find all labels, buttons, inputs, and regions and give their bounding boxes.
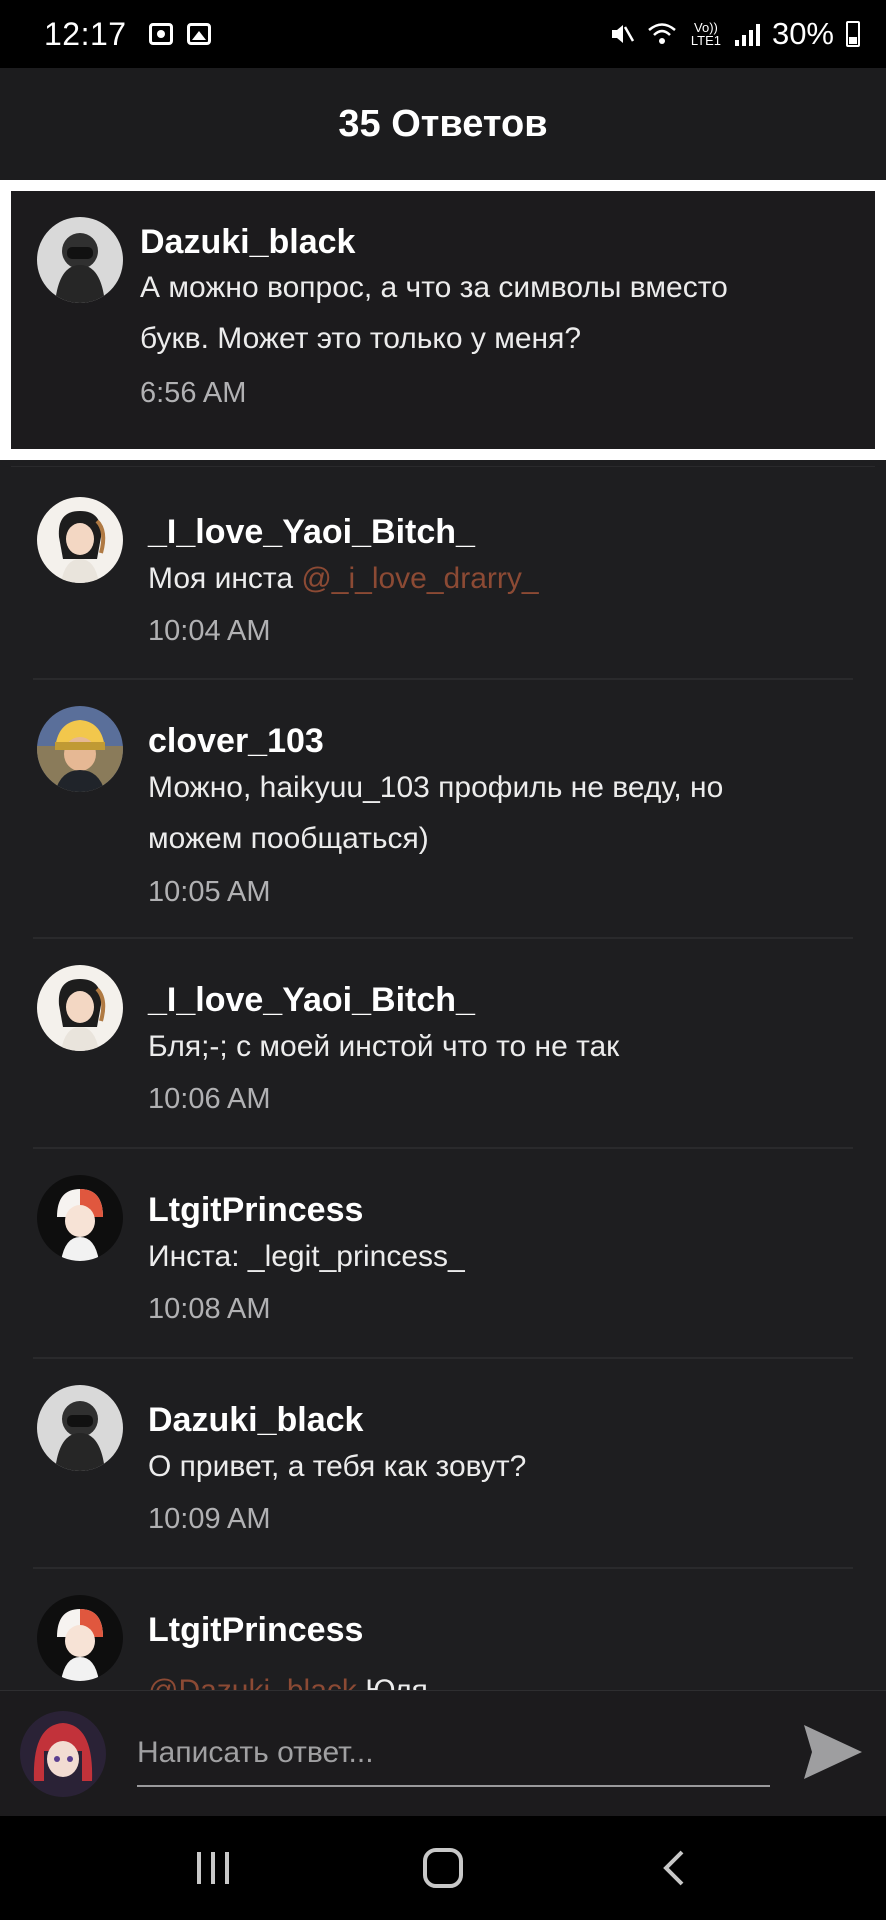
- home-button[interactable]: [413, 1846, 473, 1890]
- recent-apps-icon: [197, 1852, 229, 1884]
- reply-item[interactable]: _I_love_Yaoi_Bitch_ Бля;-; с моей инстой…: [11, 939, 875, 1147]
- network-type-label: Vo)) LTE1: [690, 20, 721, 48]
- system-nav-bar: [0, 1816, 886, 1920]
- reply-item[interactable]: clover_103 Можно, haikyuu_103 профиль не…: [11, 680, 875, 936]
- home-icon: [423, 1848, 463, 1888]
- parent-comment-highlight: Dazuki_black А можно вопрос, а что за си…: [0, 180, 886, 460]
- comment-text: Инста: _legit_princess_: [148, 1240, 465, 1273]
- send-button[interactable]: [800, 1721, 866, 1783]
- comment-text: @Dazuki_black Юля: [148, 1665, 428, 1690]
- comment-author[interactable]: LtgitPrincess: [148, 1191, 363, 1230]
- avatar[interactable]: [37, 1175, 123, 1261]
- back-button[interactable]: [644, 1846, 704, 1890]
- page-title: 35 Ответов: [338, 102, 548, 145]
- recent-apps-button[interactable]: [183, 1846, 243, 1890]
- comment-author[interactable]: clover_103: [148, 722, 324, 761]
- battery-percentage: 30%: [771, 16, 834, 51]
- back-icon: [663, 1850, 684, 1886]
- comment-author[interactable]: Dazuki_black: [148, 1401, 363, 1440]
- comment-author[interactable]: LtgitPrincess: [148, 1611, 363, 1650]
- reply-item[interactable]: _I_love_Yaoi_Bitch_ Моя инста @_i_love_d…: [11, 467, 875, 677]
- avatar[interactable]: [37, 965, 123, 1051]
- comment-text: Бля;-; с моей инстой что то не так: [148, 1030, 620, 1063]
- avatar[interactable]: [37, 1385, 123, 1471]
- signal-icon: [734, 22, 760, 46]
- comment-time: 10:08 AM: [148, 1293, 271, 1325]
- comment-text: А можно вопрос, а что за символы вместо: [140, 271, 728, 304]
- send-icon: [804, 1725, 862, 1779]
- mention-link[interactable]: @Dazuki_black: [148, 1674, 357, 1690]
- avatar[interactable]: [37, 1595, 123, 1681]
- comment-time: 10:05 AM: [148, 876, 271, 908]
- replies-header: 35 Ответов: [0, 68, 886, 180]
- reply-item[interactable]: LtgitPrincess Инста: _legit_princess_ 10…: [11, 1149, 875, 1357]
- mute-icon: [611, 25, 635, 43]
- comment-text: Моя инста @_i_love_drarry_: [148, 562, 539, 595]
- comment-time: 10:06 AM: [148, 1083, 271, 1115]
- status-bar: 12:17 Vo)) LTE1 30%: [0, 0, 886, 68]
- notification-app-icon: [148, 23, 173, 45]
- mention-link[interactable]: @_i_love_drarry_: [301, 562, 538, 595]
- comment-time: 10:09 AM: [148, 1503, 271, 1535]
- comment-text: букв. Может это только у меня?: [140, 322, 582, 355]
- current-user-avatar[interactable]: [20, 1711, 106, 1797]
- comment-text: можем пообщаться): [148, 822, 429, 855]
- status-time: 12:17: [44, 15, 127, 52]
- reply-input[interactable]: [137, 1721, 770, 1787]
- parent-comment[interactable]: Dazuki_black А можно вопрос, а что за си…: [11, 191, 875, 449]
- avatar[interactable]: [37, 497, 123, 583]
- reply-input-bar: [0, 1690, 886, 1816]
- battery-icon: [846, 21, 860, 47]
- reply-item[interactable]: Dazuki_black О привет, а тебя как зовут?…: [11, 1359, 875, 1567]
- reply-item[interactable]: LtgitPrincess @Dazuki_black Юля: [11, 1569, 875, 1690]
- avatar[interactable]: [37, 706, 123, 792]
- comment-text: О привет, а тебя как зовут?: [148, 1450, 527, 1483]
- replies-list[interactable]: _I_love_Yaoi_Bitch_ Моя инста @_i_love_d…: [11, 466, 875, 1690]
- comment-author[interactable]: _I_love_Yaoi_Bitch_: [148, 981, 475, 1020]
- comment-author[interactable]: _I_love_Yaoi_Bitch_: [148, 513, 475, 552]
- comment-author[interactable]: Dazuki_black: [140, 223, 355, 262]
- comment-time: 6:56 AM: [140, 377, 247, 409]
- wifi-icon: [648, 23, 676, 44]
- avatar[interactable]: [37, 217, 123, 303]
- comment-text: Можно, haikyuu_103 профиль не веду, но: [148, 771, 724, 804]
- comment-time: 10:04 AM: [148, 615, 271, 647]
- gallery-notification-icon: [186, 23, 211, 45]
